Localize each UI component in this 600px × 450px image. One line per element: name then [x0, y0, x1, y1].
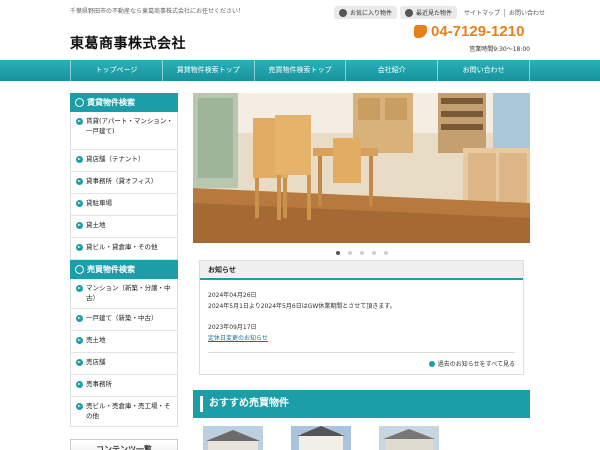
- house-photo: [203, 426, 263, 450]
- sitemap-link[interactable]: サイトマップ: [460, 8, 504, 17]
- sidebar-item-sale-house[interactable]: 一戸建て（新築・中古）: [71, 309, 177, 331]
- arrow-icon: [76, 380, 83, 388]
- search-icon: [75, 265, 84, 274]
- sidebar-item-rental-residential[interactable]: 賃貸(アパート・マンション・一戸建て): [71, 112, 177, 150]
- sidebar-item-label: 貸事務所（貸オフィス）: [86, 177, 158, 185]
- arrow-icon: [76, 177, 83, 185]
- property-thumbnail[interactable]: [291, 426, 351, 450]
- rental-list: 賃貸(アパート・マンション・一戸建て) 貸店舗（テナント） 貸事務所（貸オフィス…: [70, 112, 178, 260]
- sidebar-item-sale-office[interactable]: 売事務所: [71, 375, 177, 397]
- news-date: 2024年04月26日: [208, 292, 257, 299]
- contents-list-heading: コンテンツ一覧: [70, 439, 178, 450]
- nav-contact[interactable]: お問い合わせ: [437, 60, 530, 81]
- star-icon: [339, 8, 347, 17]
- arrow-icon: [76, 155, 83, 163]
- rental-search-heading: 賃貸物件検索: [70, 93, 178, 112]
- arrow-icon: [76, 284, 83, 292]
- clock-icon: [405, 8, 414, 17]
- sidebar-item-rental-other[interactable]: 貸ビル・貸倉庫・その他: [71, 238, 177, 260]
- arrow-icon: [76, 243, 83, 251]
- sidebar-item-label: 売ビル・売倉庫・売工場・その他: [86, 402, 171, 420]
- sidebar-item-sale-other[interactable]: 売ビル・売倉庫・売工場・その他: [71, 397, 177, 427]
- arrow-icon: [76, 117, 83, 125]
- arrow-icon: [76, 358, 83, 366]
- sidebar-item-label: 貸駐車場: [86, 199, 112, 207]
- sale-search-title: 売買物件検索: [87, 265, 135, 274]
- news-box: お知らせ 2024年04月26日 2024年5月1日より2024年5月6日はGW…: [199, 260, 524, 375]
- sidebar-item-sale-store[interactable]: 売店舗: [71, 353, 177, 375]
- news-more-link[interactable]: 過去のお知らせをすべて見る: [208, 352, 515, 368]
- sidebar-item-rental-office[interactable]: 貸事務所（貸オフィス）: [71, 172, 177, 194]
- phone-block[interactable]: 04-7129-1210: [414, 23, 524, 40]
- sidebar-item-label: 賃貸(アパート・マンション・一戸建て): [86, 117, 173, 135]
- search-icon: [75, 98, 84, 107]
- sidebar-item-label: 貸ビル・貸倉庫・その他: [86, 243, 158, 251]
- hero-slider-image[interactable]: [193, 93, 530, 243]
- sidebar-item-sale-land[interactable]: 売土地: [71, 331, 177, 353]
- sidebar-item-label: 貸店舗（テナント）: [86, 155, 145, 163]
- news-more-label: 過去のお知らせをすべて見る: [437, 361, 515, 368]
- slider-dot[interactable]: [359, 251, 364, 255]
- sidebar-item-label: 売事務所: [86, 380, 112, 388]
- top-links: お気に入り物件 最近見た物件 サイトマップ お問い合わせ: [334, 6, 549, 19]
- arrow-icon: [76, 402, 83, 410]
- slider-dots: [193, 251, 530, 255]
- sidebar-item-label: 売土地: [86, 336, 106, 344]
- recent-button[interactable]: 最近見た物件: [400, 6, 458, 19]
- phone-number: 04-7129-1210: [431, 23, 525, 40]
- sidebar-item-rental-store[interactable]: 貸店舗（テナント）: [71, 150, 177, 172]
- arrow-icon: [76, 314, 83, 322]
- house-photo: [379, 426, 439, 450]
- site-logo[interactable]: 東葛商事株式会社: [70, 33, 186, 53]
- contact-link[interactable]: お問い合わせ: [505, 8, 549, 17]
- news-text: 2024年5月1日より2024年5月6日はGW休業期間とさせて頂きます。: [208, 303, 396, 310]
- main-content: お知らせ 2024年04月26日 2024年5月1日より2024年5月6日はGW…: [193, 93, 530, 450]
- sidebar-item-label: マンション（新築・分譲・中古）: [86, 284, 171, 302]
- property-thumbnail[interactable]: [379, 426, 439, 450]
- recommend-heading: おすすめ売買物件: [193, 390, 530, 418]
- nav-rental[interactable]: 賃貸物件検索トップ: [161, 60, 254, 81]
- sidebar-item-label: 貸土地: [86, 221, 106, 229]
- kitchen-photo: [193, 93, 530, 243]
- slider-dot[interactable]: [383, 251, 388, 255]
- house-photo: [291, 426, 351, 450]
- rental-search-title: 賃貸物件検索: [87, 98, 135, 107]
- sidebar: 賃貸物件検索 賃貸(アパート・マンション・一戸建て) 貸店舗（テナント） 貸事務…: [70, 93, 178, 450]
- news-link[interactable]: 定休日変更のお知らせ: [208, 333, 515, 342]
- favorites-label: お気に入り物件: [350, 10, 393, 17]
- sidebar-item-sale-mansion[interactable]: マンション（新築・分譲・中古）: [71, 279, 177, 309]
- tagline: 千葉県野田市の不動産なら東葛商事株式会社にお任せください！: [70, 8, 245, 15]
- main-nav: トップページ 賃貸物件検索トップ 売買物件検索トップ 会社紹介 お問い合わせ: [0, 60, 600, 81]
- phone-icon: [414, 25, 427, 38]
- slider-dot[interactable]: [347, 251, 352, 255]
- arrow-icon: [76, 199, 83, 207]
- news-date: 2023年09月17日: [208, 324, 257, 331]
- sidebar-item-rental-parking[interactable]: 貸駐車場: [71, 194, 177, 216]
- sale-list: マンション（新築・分譲・中古） 一戸建て（新築・中古） 売土地 売店舗 売事務所…: [70, 279, 178, 427]
- news-title: お知らせ: [200, 261, 523, 280]
- business-hours: 営業時間9:30～18:00: [469, 46, 530, 53]
- arrow-icon: [76, 221, 83, 229]
- slider-dot[interactable]: [335, 251, 340, 255]
- favorites-button[interactable]: お気に入り物件: [334, 6, 398, 19]
- recent-label: 最近見た物件: [416, 10, 453, 17]
- sidebar-item-label: 売店舗: [86, 358, 106, 366]
- recommend-thumbnails: [193, 426, 530, 450]
- slider-dot[interactable]: [371, 251, 376, 255]
- nav-sale[interactable]: 売買物件検索トップ: [253, 60, 346, 81]
- arrow-icon: [76, 336, 83, 344]
- arrow-icon: [428, 360, 435, 367]
- nav-company[interactable]: 会社紹介: [345, 60, 437, 81]
- sale-search-heading: 売買物件検索: [70, 260, 178, 279]
- property-thumbnail[interactable]: [203, 426, 263, 450]
- nav-top[interactable]: トップページ: [70, 60, 162, 81]
- sidebar-item-rental-land[interactable]: 貸土地: [71, 216, 177, 238]
- sidebar-item-label: 一戸建て（新築・中古）: [86, 314, 158, 322]
